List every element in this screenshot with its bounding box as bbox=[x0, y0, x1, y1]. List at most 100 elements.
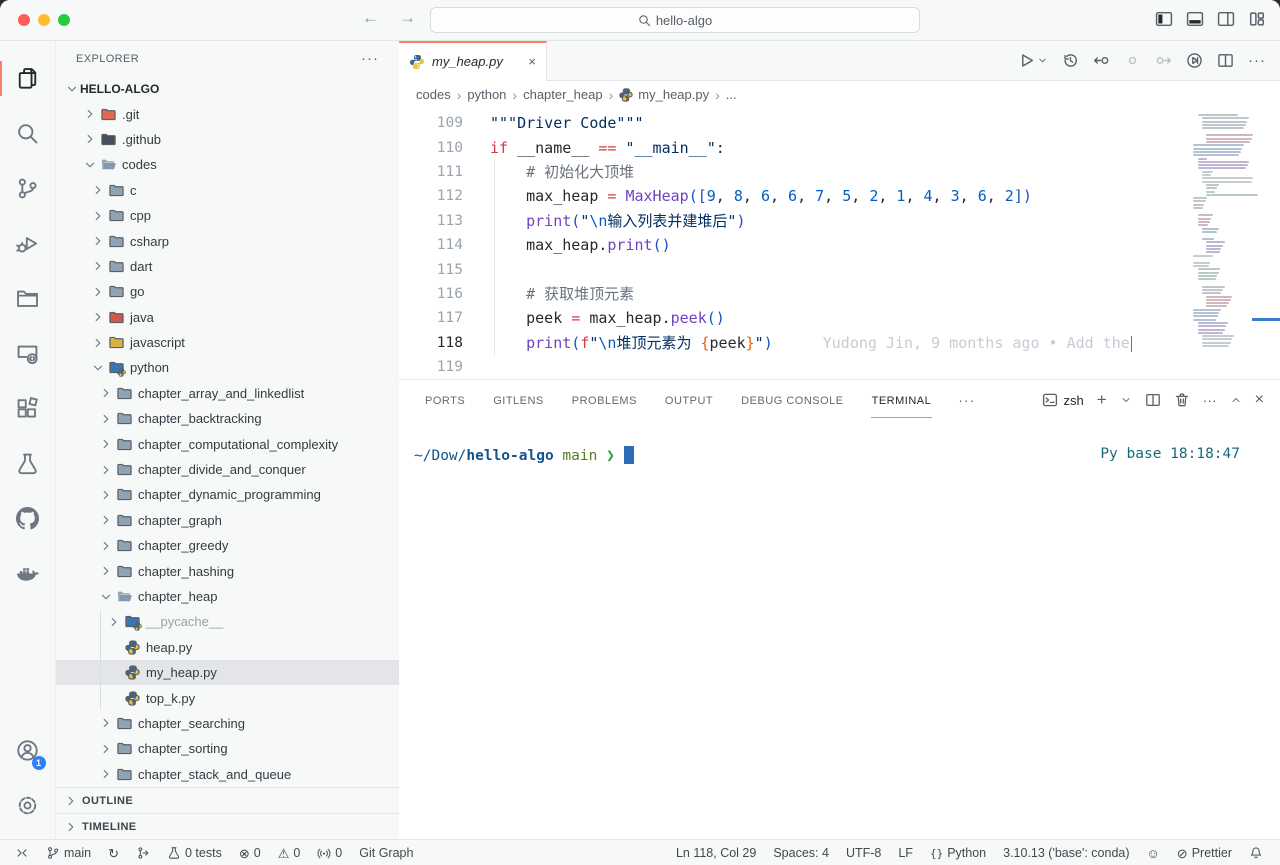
code-line-116[interactable]: 116 # 获取堆顶元素 bbox=[399, 282, 1280, 306]
activity-item-search[interactable] bbox=[0, 106, 56, 161]
tree-item-chapter_heap[interactable]: chapter_heap bbox=[56, 584, 399, 609]
chevron-right-icon[interactable] bbox=[98, 436, 114, 452]
code-line-117[interactable]: 117 peek = max_heap.peek() bbox=[399, 306, 1280, 330]
status-prettier[interactable]: ⊘Prettier bbox=[1172, 840, 1237, 865]
code-line-109[interactable]: 109"""Driver Code""" bbox=[399, 111, 1280, 135]
tree-item-chapter_dynamic_programming[interactable]: chapter_dynamic_programming bbox=[56, 482, 399, 507]
activity-item-accounts[interactable]: 1 bbox=[0, 723, 56, 778]
activity-item-run-debug[interactable] bbox=[0, 216, 56, 271]
breadcrumb-item-python[interactable]: python bbox=[467, 87, 506, 102]
kill-terminal-icon[interactable] bbox=[1174, 392, 1190, 408]
status-sync[interactable]: ↻ bbox=[103, 840, 124, 865]
tree-item-csharp[interactable]: csharp bbox=[56, 228, 399, 253]
status-ports-broadcast[interactable]: 0 bbox=[312, 840, 347, 865]
toggle-secondary-sidebar-icon[interactable] bbox=[1217, 10, 1235, 28]
status-warnings[interactable]: ⚠0 bbox=[273, 840, 306, 865]
tree-item-chapter_searching[interactable]: chapter_searching bbox=[56, 711, 399, 736]
explorer-more-actions-icon[interactable]: ··· bbox=[361, 50, 379, 67]
tree-item-python[interactable]: python bbox=[56, 355, 399, 380]
timeline-history-icon[interactable] bbox=[1062, 52, 1079, 69]
tree-item-heappy[interactable]: heap.py bbox=[56, 635, 399, 660]
code-line-115[interactable]: 115 bbox=[399, 257, 1280, 281]
activity-item-explorer[interactable] bbox=[0, 51, 56, 106]
chevron-right-icon[interactable] bbox=[98, 462, 114, 478]
status-feedback[interactable]: ☺ bbox=[1142, 840, 1165, 865]
tree-item-chapter_computational_complexity[interactable]: chapter_computational_complexity bbox=[56, 431, 399, 456]
breadcrumb-item-codes[interactable]: codes bbox=[416, 87, 451, 102]
close-window-button[interactable] bbox=[18, 14, 30, 26]
activity-item-settings[interactable] bbox=[0, 778, 56, 833]
tree-item-chapter_hashing[interactable]: chapter_hashing bbox=[56, 558, 399, 583]
close-panel-icon[interactable]: × bbox=[1255, 391, 1264, 409]
chevron-right-icon[interactable] bbox=[106, 614, 122, 630]
chevron-right-icon[interactable] bbox=[98, 385, 114, 401]
customize-layout-icon[interactable] bbox=[1248, 10, 1266, 28]
code-line-119[interactable]: 119 bbox=[399, 355, 1280, 379]
chevron-right-icon[interactable] bbox=[90, 258, 106, 274]
chevron-right-icon[interactable] bbox=[98, 487, 114, 503]
status-errors[interactable]: ⊗0 bbox=[234, 840, 266, 865]
code-line-110[interactable]: 110if __name__ == "__main__": bbox=[399, 135, 1280, 159]
tree-item-codes[interactable]: codes bbox=[56, 152, 399, 177]
tree-item-java[interactable]: java bbox=[56, 305, 399, 330]
status-python-interpreter[interactable]: 3.10.13 ('base': conda) bbox=[998, 840, 1134, 865]
breadcrumb-item-chapter_heap[interactable]: chapter_heap bbox=[523, 87, 603, 102]
activity-item-github[interactable] bbox=[0, 491, 56, 546]
tree-item-git[interactable]: .git bbox=[56, 101, 399, 126]
panel-tabs-more-icon[interactable]: ··· bbox=[958, 392, 975, 408]
timeline-section[interactable]: TIMELINE bbox=[56, 813, 399, 839]
panel-tab-debug-console[interactable]: DEBUG CONSOLE bbox=[740, 383, 844, 418]
chevron-down-icon[interactable] bbox=[98, 589, 114, 605]
chevron-right-icon[interactable] bbox=[82, 131, 98, 147]
editor-more-actions-icon[interactable]: ··· bbox=[1248, 52, 1266, 69]
chevron-right-icon[interactable] bbox=[90, 182, 106, 198]
panel-tab-problems[interactable]: PROBLEMS bbox=[571, 383, 638, 418]
breadcrumb-item-[interactable]: ... bbox=[726, 87, 737, 102]
tree-item-dart[interactable]: dart bbox=[56, 254, 399, 279]
chevron-right-icon[interactable] bbox=[90, 309, 106, 325]
panel-tab-terminal[interactable]: TERMINAL bbox=[871, 383, 933, 418]
code-line-113[interactable]: 113 print("\n输入列表并建堆后") bbox=[399, 209, 1280, 233]
status-tests[interactable]: 0 tests bbox=[162, 840, 227, 865]
status-gitlens[interactable] bbox=[131, 840, 155, 865]
status-eol[interactable]: LF bbox=[893, 840, 918, 865]
status-git-branch[interactable]: main bbox=[41, 840, 96, 865]
tree-item-chapter_array_and_linkedlist[interactable]: chapter_array_and_linkedlist bbox=[56, 381, 399, 406]
tree-item-chapter_divide_and_conquer[interactable]: chapter_divide_and_conquer bbox=[56, 457, 399, 482]
chevron-right-icon[interactable] bbox=[98, 741, 114, 757]
code-line-118[interactable]: 118 print(f"\n堆顶元素为 {peek}")Yudong Jin, … bbox=[399, 331, 1280, 355]
chevron-down-icon[interactable] bbox=[90, 360, 106, 376]
split-editor-icon[interactable] bbox=[1217, 52, 1234, 69]
chevron-right-icon[interactable] bbox=[82, 106, 98, 122]
status-language-mode[interactable]: {}Python bbox=[925, 840, 991, 865]
tree-item-c[interactable]: c bbox=[56, 178, 399, 203]
chevron-right-icon[interactable] bbox=[90, 335, 106, 351]
open-changes-icon[interactable] bbox=[1093, 52, 1110, 69]
chevron-right-icon[interactable] bbox=[98, 563, 114, 579]
terminal[interactable]: ~/Dow/hello-algo main ❯ Py base 18:18:47 bbox=[399, 420, 1280, 839]
panel-tab-gitlens[interactable]: GITLENS bbox=[492, 383, 545, 418]
status-git-graph[interactable]: Git Graph bbox=[354, 840, 418, 865]
minimize-window-button[interactable] bbox=[38, 14, 50, 26]
run-python-file-button[interactable] bbox=[1018, 52, 1048, 69]
terminal-dropdown-icon[interactable] bbox=[1120, 394, 1132, 406]
navigate-back-icon[interactable]: ← bbox=[362, 8, 379, 28]
code-line-114[interactable]: 114 max_heap.print() bbox=[399, 233, 1280, 257]
activity-item-docker[interactable] bbox=[0, 546, 56, 601]
chevron-down-icon[interactable] bbox=[82, 157, 98, 173]
panel-tab-ports[interactable]: PORTS bbox=[424, 383, 466, 418]
tree-item-chapter_greedy[interactable]: chapter_greedy bbox=[56, 533, 399, 558]
tree-item-hello-algo[interactable]: HELLO-ALGO bbox=[56, 76, 399, 101]
tree-item-chapter_stack_and_queue[interactable]: chapter_stack_and_queue bbox=[56, 762, 399, 787]
minimap[interactable] bbox=[1191, 108, 1262, 379]
zoom-window-button[interactable] bbox=[58, 14, 70, 26]
split-terminal-icon[interactable] bbox=[1145, 392, 1161, 408]
activity-item-testing[interactable] bbox=[0, 436, 56, 491]
panel-more-actions-icon[interactable]: ··· bbox=[1203, 392, 1217, 408]
tree-item-chapter_sorting[interactable]: chapter_sorting bbox=[56, 736, 399, 761]
new-terminal-icon[interactable]: + bbox=[1097, 390, 1107, 410]
activity-item-source-control[interactable] bbox=[0, 161, 56, 216]
maximize-panel-icon[interactable] bbox=[1230, 394, 1242, 406]
panel-tab-output[interactable]: OUTPUT bbox=[664, 383, 714, 418]
chevron-right-icon[interactable] bbox=[98, 766, 114, 782]
